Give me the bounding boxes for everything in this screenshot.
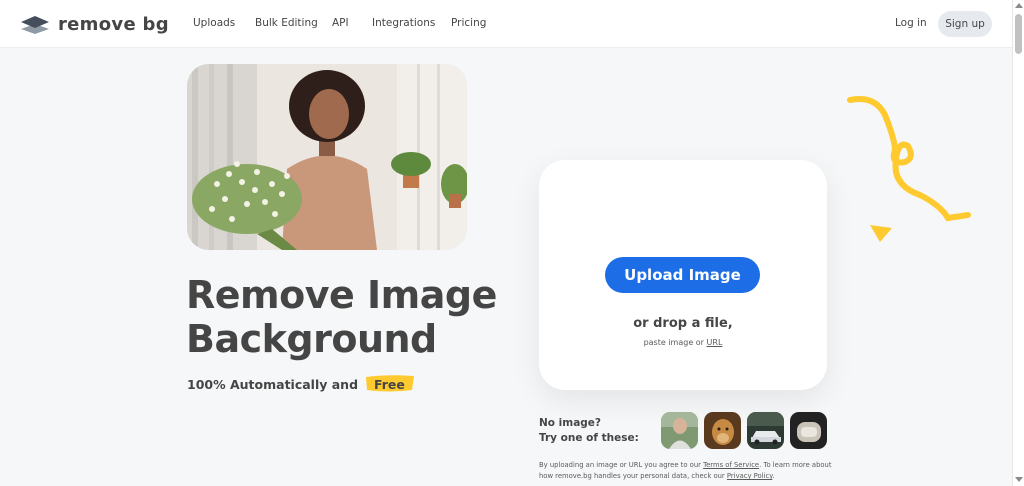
paste-prefix: paste image or [643,338,704,347]
upload-card[interactable]: Upload Image or drop a file, paste image… [539,160,827,390]
no-image-prompt: No image? Try one of these: [539,416,639,446]
nav-link-integrations[interactable]: Integrations [372,17,435,29]
drop-file-text: or drop a file, [633,316,733,331]
legal-text-3: . [772,472,775,480]
top-navbar: remove bg Uploads Bulk Editing API Integ… [0,0,1012,48]
squiggle-decoration [847,96,971,222]
page-title: Remove Image Background [186,273,516,361]
stacked-layers-icon [21,16,49,34]
free-badge-text: Free [374,377,405,392]
nav-link-bulk-editing[interactable]: Bulk Editing [255,17,318,29]
subtitle: 100% Automatically and Free [187,375,415,394]
logo[interactable]: remove bg [20,12,169,36]
title-line-1: Remove Image [186,273,497,317]
sample-thumbnail-product[interactable] [790,412,827,449]
scroll-thumb[interactable] [1015,14,1022,54]
privacy-policy-link[interactable]: Privacy Policy [727,472,772,480]
no-image-line-1: No image? [539,417,602,429]
title-line-2: Background [186,317,437,361]
free-badge: Free [364,375,415,394]
hero-image [187,64,467,250]
signup-button[interactable]: Sign up [938,11,992,37]
page-scrollbar[interactable] [1012,0,1024,486]
sample-thumbnail-car[interactable] [747,412,784,449]
scroll-up-arrow-icon[interactable] [1015,3,1023,8]
sample-thumbnail-person[interactable] [661,412,698,449]
no-image-line-2: Try one of these: [539,432,639,444]
nav-link-api[interactable]: API [332,17,349,29]
nav-link-uploads[interactable]: Uploads [193,17,235,29]
triangle-decoration [870,225,892,242]
subtitle-text: 100% Automatically and [187,377,359,392]
scroll-down-arrow-icon[interactable] [1015,477,1023,482]
sample-thumbnail-animal[interactable] [704,412,741,449]
logo-text: remove bg [58,13,169,35]
url-link[interactable]: URL [707,338,723,347]
terms-of-service-link[interactable]: Terms of Service [703,461,759,469]
nav-link-pricing[interactable]: Pricing [451,17,486,29]
legal-text-1: By uploading an image or URL you agree t… [539,461,701,469]
paste-text: paste image or URL [539,338,827,347]
upload-image-button[interactable]: Upload Image [605,257,760,293]
legal-notice: By uploading an image or URL you agree t… [539,460,839,482]
login-link[interactable]: Log in [895,17,927,29]
